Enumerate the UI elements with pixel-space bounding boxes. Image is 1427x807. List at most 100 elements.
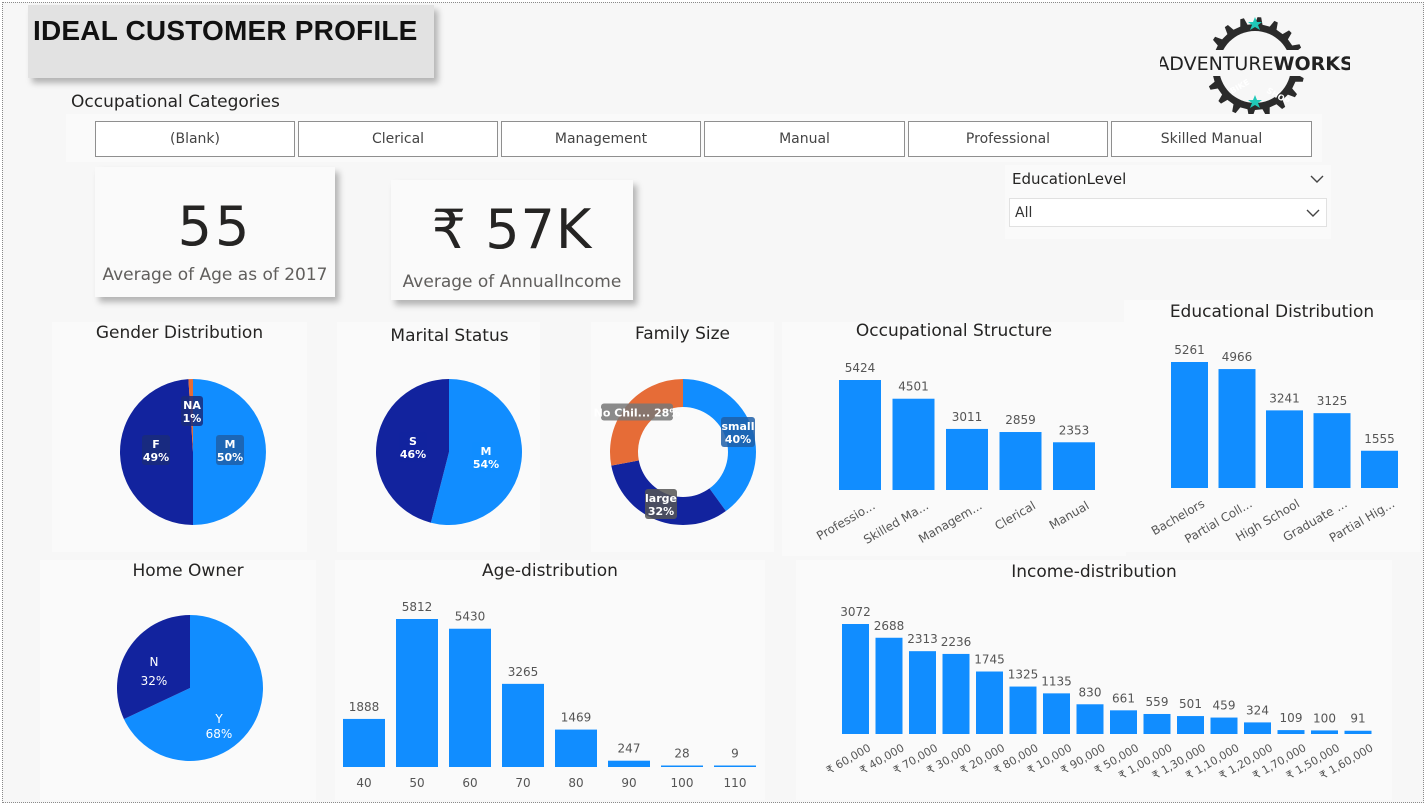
- family-donut-chart: small40% large32% No Chil... 28%: [594, 379, 756, 525]
- axis-tick-label: 110: [724, 776, 747, 790]
- bar-2: [946, 428, 988, 490]
- bar-value-label: 1888: [349, 700, 380, 714]
- bar-3: [502, 683, 544, 767]
- education-dropdown-value: All: [1015, 205, 1033, 221]
- marital-pie-chart: M54% S46%: [375, 379, 522, 525]
- kpi-card-income: ₹ 57K Average of AnnualIncome: [391, 180, 633, 300]
- axis-tick-label: 70: [515, 776, 530, 790]
- pie-slice-nochil: [610, 379, 683, 466]
- bar-3: [942, 653, 970, 734]
- bar-value-label: 1555: [1364, 432, 1395, 446]
- axis-tick-label: Clerical: [992, 498, 1038, 532]
- bar-14: [1311, 730, 1338, 734]
- bar-value-label: 1469: [561, 711, 592, 725]
- data-label: 40%: [725, 433, 751, 446]
- data-label: Y: [214, 712, 223, 726]
- bar-value-label: 3011: [952, 410, 983, 424]
- kpi-age-label: Average of Age as of 2017: [102, 265, 328, 285]
- slicer-option-manual[interactable]: Manual: [704, 121, 905, 157]
- bar-value-label: 3072: [840, 605, 871, 619]
- data-label: 68%: [206, 727, 233, 741]
- data-label: N: [150, 655, 159, 669]
- chevron-down-icon[interactable]: [1310, 174, 1324, 184]
- slicer-title: Occupational Categories: [71, 92, 280, 112]
- slicer-option-skilled-manual[interactable]: Skilled Manual: [1111, 121, 1312, 157]
- bar-value-label: 2313: [907, 632, 938, 646]
- education-filter-title: EducationLevel: [1012, 170, 1127, 188]
- bar-1: [1218, 369, 1256, 488]
- bar-value-label: 501: [1179, 697, 1202, 711]
- bar-4: [976, 671, 1003, 734]
- report-title: IDEAL CUSTOMER PROFILE: [33, 15, 418, 46]
- bar-value-label: 459: [1213, 699, 1236, 713]
- bar-value-label: 4501: [898, 380, 929, 394]
- bar-value-label: 2859: [1005, 413, 1036, 427]
- bar-6: [1043, 693, 1070, 734]
- bar-value-label: 91: [1350, 712, 1365, 726]
- bar-7: [714, 765, 756, 767]
- age-bar-chart: 1888 40 5812 50 5430 60 3265 70 1469 80 247 90 28 100…: [343, 600, 756, 790]
- bar-value-label: 3265: [508, 665, 539, 679]
- bar-12: [1244, 722, 1271, 734]
- kpi-card-age: 55 Average of Age as of 2017: [95, 167, 335, 297]
- education-bar-chart: 5261Bachelors4966Partial Coll...3241High…: [1149, 343, 1398, 546]
- data-label: M: [225, 438, 236, 451]
- bar-3: [999, 432, 1042, 490]
- bar-2: [449, 628, 491, 767]
- bar-value-label: 661: [1112, 691, 1135, 705]
- home-pie-chart: Y68% N 32%: [116, 615, 263, 761]
- bar-value-label: 3125: [1317, 394, 1348, 408]
- family-chart-card: Family Size small 40% large 32% No Chil... 2…: [591, 322, 774, 552]
- slicer-option-clerical[interactable]: Clerical: [298, 121, 498, 157]
- occupation-chart-card: Occupational Structure 5424 Professio... 4…: [782, 321, 1126, 556]
- bar-value-label: 1745: [974, 653, 1005, 667]
- bar-value-label: 4966: [1222, 350, 1253, 364]
- bar-13: [1277, 730, 1305, 734]
- bar-value-label: 830: [1079, 685, 1102, 699]
- axis-tick-label: 90: [621, 776, 636, 790]
- bar-value-label: 1325: [1008, 668, 1039, 682]
- bar-2: [1266, 410, 1303, 488]
- report-title-card: IDEAL CUSTOMER PROFILE: [28, 5, 434, 78]
- data-label: No Chil... 28%: [594, 407, 681, 420]
- axis-tick-label: 60: [462, 776, 477, 790]
- slicer-option-management[interactable]: Management: [501, 121, 701, 157]
- bar-0: [343, 718, 385, 767]
- data-label: large: [645, 492, 677, 505]
- axis-tick-label: Manual: [1047, 498, 1092, 532]
- data-label: 32%: [648, 505, 674, 518]
- kpi-income-value: ₹ 57K: [431, 198, 593, 261]
- bar-5: [1009, 686, 1037, 734]
- data-label: M: [481, 445, 492, 458]
- axis-tick-label: 50: [409, 776, 424, 790]
- bar-7: [1076, 704, 1104, 734]
- slicer-option-blank[interactable]: (Blank): [95, 121, 295, 157]
- home-chart-card: Home Owner Y 68% N 32%: [40, 560, 316, 800]
- bar-1: [892, 398, 935, 490]
- chevron-down-icon: [1306, 209, 1320, 217]
- occupation-bar-chart: 5424Professio...4501Skilled Ma...3011Man…: [814, 361, 1095, 547]
- data-label: 54%: [473, 458, 499, 471]
- slicer-option-professional[interactable]: Professional: [908, 121, 1108, 157]
- marital-chart-card: Marital Status M 54% S 46%: [337, 322, 540, 552]
- bar-value-label: 5424: [845, 361, 876, 375]
- bar-1: [875, 637, 903, 734]
- axis-tick-label: 100: [671, 776, 694, 790]
- data-label: S: [409, 435, 417, 448]
- gender-pie-chart: M50% F49% NA1%: [120, 379, 266, 525]
- age-chart-card: Age-distribution 1888 40 5812 50 5430 60 3265 7…: [335, 560, 765, 800]
- data-label: small: [722, 420, 755, 433]
- bar-0: [1171, 362, 1208, 488]
- bar-3: [1313, 413, 1351, 488]
- bar-value-label: 2236: [941, 635, 972, 649]
- bar-1: [396, 619, 438, 767]
- education-dropdown[interactable]: All: [1009, 198, 1327, 227]
- bar-value-label: 109: [1280, 711, 1303, 725]
- bar-value-label: 5261: [1174, 343, 1205, 357]
- education-chart-card: Educational Distribution 5261 Bachelors 49…: [1124, 300, 1420, 552]
- bar-4: [555, 729, 597, 767]
- bar-value-label: 3241: [1269, 391, 1300, 405]
- bar-10: [1177, 716, 1204, 734]
- bar-4: [1053, 442, 1095, 490]
- data-label: F: [152, 438, 160, 451]
